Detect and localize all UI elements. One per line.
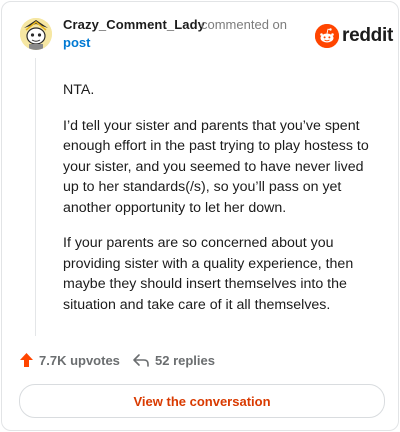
user-avatar[interactable] <box>20 18 52 50</box>
action-text: commented on <box>201 17 287 32</box>
comment-author-link[interactable]: Crazy_Comment_Lady <box>63 17 205 32</box>
upvote-arrow-icon <box>20 353 33 367</box>
brand-wordmark: reddit <box>342 25 393 46</box>
embedded-comment-card: Crazy_Comment_Lady commented on post red… <box>1 1 399 431</box>
comment-paragraph: NTA. <box>63 82 95 98</box>
comment-paragraph: If your parents are so concerned about y… <box>63 235 354 313</box>
reply-count[interactable]: 52 replies <box>132 350 215 370</box>
reddit-brand[interactable]: reddit <box>315 24 393 48</box>
comment-body: NTA. I’d tell your sister and parents th… <box>63 80 381 330</box>
comment-stats: 7.7K upvotes 52 replies <box>19 350 279 370</box>
comment-paragraph: I’d tell your sister and parents that yo… <box>63 117 369 216</box>
reply-label: 52 replies <box>155 352 215 368</box>
view-conversation-button[interactable]: View the conversation <box>19 384 385 418</box>
snoo-avatar-icon <box>20 18 52 50</box>
reddit-logo-icon <box>315 24 339 48</box>
upvote-count[interactable]: 7.7K upvotes <box>19 350 120 370</box>
thread-line <box>35 58 36 336</box>
upvote-label: 7.7K upvotes <box>39 352 120 368</box>
reply-arrow-icon <box>133 354 149 367</box>
post-link[interactable]: post <box>63 35 90 50</box>
